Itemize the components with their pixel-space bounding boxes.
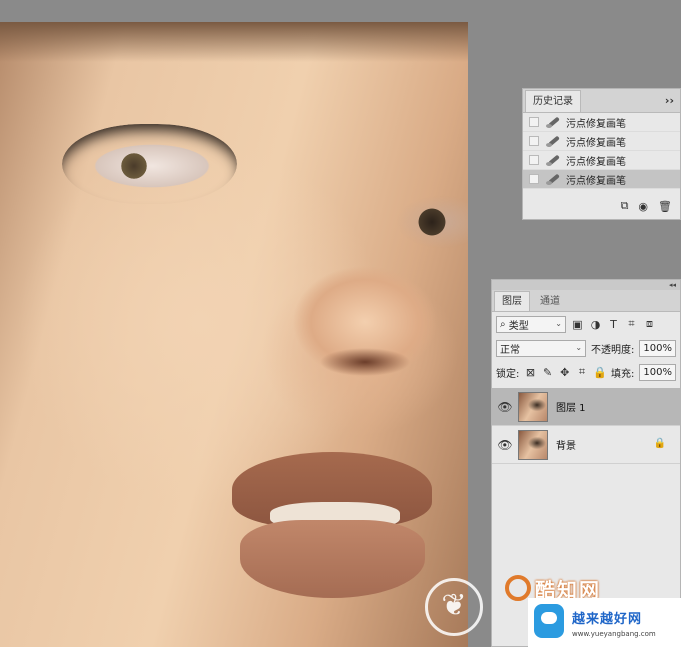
history-entry-label: 污点修复画笔 bbox=[566, 175, 626, 187]
layer-kind-filter[interactable]: ⌕ 类型 ⌄ bbox=[496, 315, 566, 333]
tab-history[interactable]: 历史记录 bbox=[525, 90, 581, 112]
type-layer-filter-icon[interactable]: T bbox=[607, 318, 620, 331]
new-document-icon[interactable]: ⧉ bbox=[621, 199, 629, 213]
smart-object-filter-icon[interactable]: ⧈ bbox=[643, 317, 656, 331]
search-icon: ⌕ bbox=[500, 318, 509, 330]
history-source-checkbox[interactable] bbox=[529, 174, 539, 184]
layer-list: 👁 图层 1 👁 背景 🔒 bbox=[492, 388, 680, 464]
spot-healing-brush-icon bbox=[545, 153, 561, 167]
fill-label: 填充: bbox=[611, 368, 635, 380]
photo-nostril bbox=[320, 347, 410, 377]
history-entry[interactable]: 污点修复画笔 bbox=[523, 132, 680, 151]
watermark-badge-url: www.yueyangbang.com bbox=[572, 630, 656, 638]
lock-image-pixels-icon[interactable]: ✎ bbox=[542, 366, 554, 379]
double-chevron-right-icon[interactable]: ›› bbox=[665, 94, 674, 107]
history-entry-label: 污点修复画笔 bbox=[566, 118, 626, 130]
layer-thumbnail bbox=[518, 391, 548, 422]
trash-icon[interactable]: 🗑 bbox=[658, 200, 672, 213]
lock-fill-row: 锁定: ⊠ ✎ ✥ ⌗ 🔒 填充: 100% bbox=[492, 360, 680, 384]
photo-eye-right bbox=[392, 172, 468, 262]
pixel-layer-filter-icon[interactable]: ▣ bbox=[571, 318, 584, 331]
opacity-input[interactable]: 100% bbox=[639, 339, 676, 357]
panel-collapse-bar[interactable]: ◂◂ bbox=[492, 280, 680, 290]
history-source-checkbox[interactable] bbox=[529, 155, 539, 165]
photo-hair bbox=[0, 22, 468, 62]
watermark-badge: 越来越好网 www.yueyangbang.com bbox=[528, 598, 681, 647]
history-source-checkbox[interactable] bbox=[529, 117, 539, 127]
history-entry[interactable]: 污点修复画笔 bbox=[523, 151, 680, 170]
mascot-icon bbox=[534, 604, 564, 638]
history-panel: 历史记录 ›› 污点修复画笔 污点修复画笔 污点修复画笔 污点修复画笔 ⧉ ◉ … bbox=[522, 88, 681, 220]
layer-row-background[interactable]: 👁 背景 🔒 bbox=[492, 426, 680, 464]
history-entry[interactable]: 污点修复画笔 bbox=[523, 113, 680, 132]
watermark-leaf-logo: ❦ bbox=[425, 578, 483, 636]
history-source-checkbox[interactable] bbox=[529, 136, 539, 146]
lock-label: 锁定: bbox=[496, 368, 520, 380]
lock-icon: 🔒 bbox=[653, 438, 666, 449]
history-entry-label: 污点修复画笔 bbox=[566, 137, 626, 149]
history-list: 污点修复画笔 污点修复画笔 污点修复画笔 污点修复画笔 bbox=[523, 113, 680, 189]
eye-icon[interactable]: 👁 bbox=[492, 400, 518, 414]
photo-lower-lip bbox=[240, 520, 425, 598]
adjustment-layer-filter-icon[interactable]: ◑ bbox=[589, 318, 602, 331]
lock-position-icon[interactable]: ✥ bbox=[559, 366, 571, 379]
spot-healing-brush-icon bbox=[545, 115, 561, 129]
tab-layers[interactable]: 图层 bbox=[494, 291, 530, 311]
layer-kind-value: 类型 bbox=[508, 320, 529, 332]
document-canvas[interactable] bbox=[0, 22, 468, 647]
chevron-down-icon: ⌄ bbox=[575, 342, 583, 352]
history-panel-tabs: 历史记录 ›› bbox=[523, 89, 680, 113]
layers-panel-tabs: 图层 通道 bbox=[492, 290, 680, 312]
history-entry-selected[interactable]: 污点修复画笔 bbox=[523, 170, 680, 189]
layer-name[interactable]: 背景 bbox=[556, 437, 576, 452]
layer-name[interactable]: 图层 1 bbox=[556, 399, 586, 414]
spot-healing-brush-icon bbox=[545, 172, 561, 186]
opacity-label: 不透明度: bbox=[591, 344, 635, 356]
layer-thumbnail bbox=[518, 429, 548, 460]
layer-row-layer-1[interactable]: 👁 图层 1 bbox=[492, 388, 680, 426]
blend-opacity-row: 正常 ⌄ 不透明度: 100% bbox=[492, 336, 680, 360]
lock-all-icon[interactable]: 🔒 bbox=[593, 366, 607, 379]
spot-healing-brush-icon bbox=[545, 134, 561, 148]
blend-mode-value: 正常 bbox=[500, 344, 520, 356]
layer-filter-row: ⌕ 类型 ⌄ ▣ ◑ T ⌗ ⧈ bbox=[492, 312, 680, 336]
camera-icon[interactable]: ◉ bbox=[638, 200, 648, 213]
photo-nose bbox=[270, 242, 460, 412]
tab-channels[interactable]: 通道 bbox=[532, 291, 568, 311]
fill-input[interactable]: 100% bbox=[639, 363, 676, 381]
lock-artboard-icon[interactable]: ⌗ bbox=[576, 365, 588, 379]
watermark-badge-title: 越来越好网 bbox=[572, 612, 643, 627]
eye-icon[interactable]: 👁 bbox=[492, 438, 518, 452]
history-footer: ⧉ ◉ 🗑 bbox=[523, 193, 680, 219]
chevron-down-icon: ⌄ bbox=[555, 318, 562, 328]
blend-mode-select[interactable]: 正常 ⌄ bbox=[496, 339, 587, 357]
shape-layer-filter-icon[interactable]: ⌗ bbox=[625, 317, 638, 331]
photo-eye-left bbox=[62, 124, 237, 204]
history-entry-label: 污点修复画笔 bbox=[566, 156, 626, 168]
lock-transparent-pixels-icon[interactable]: ⊠ bbox=[524, 366, 536, 379]
